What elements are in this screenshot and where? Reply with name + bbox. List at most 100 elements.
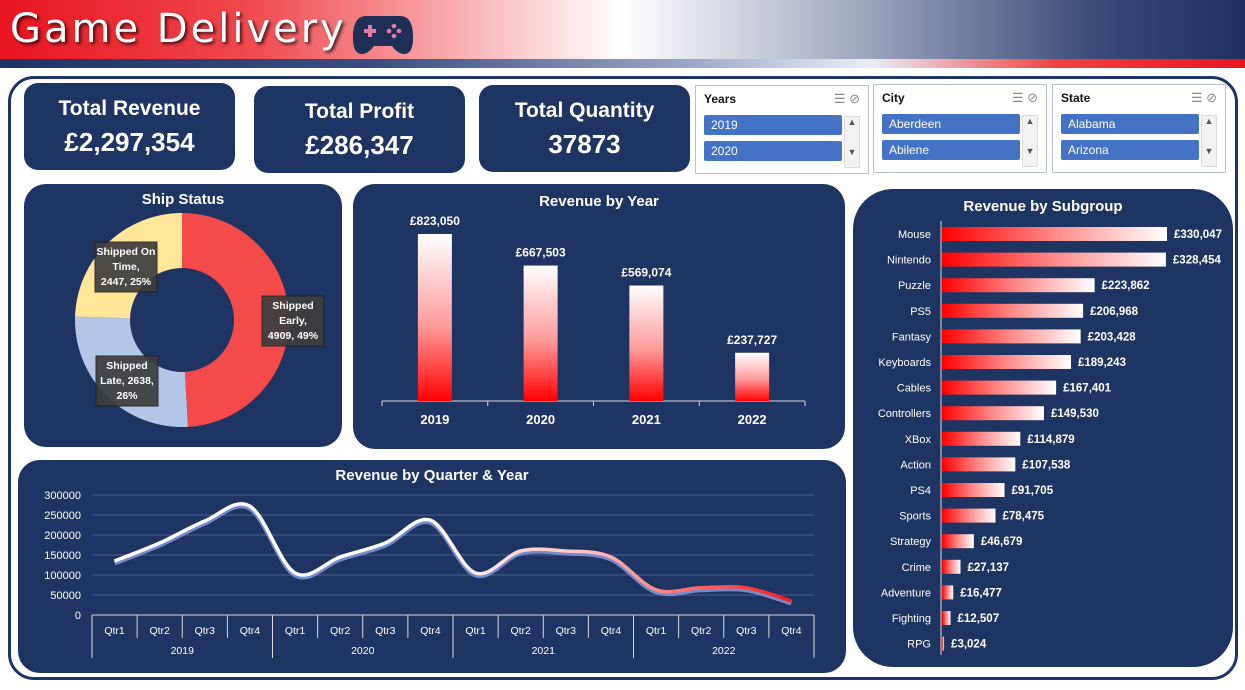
year-label: 2022 — [712, 645, 736, 657]
x-tick-label: Qtr3 — [556, 625, 577, 637]
x-tick-label: Qtr3 — [736, 625, 757, 637]
bar-value-label: £330,047 — [1174, 229, 1222, 241]
bar — [942, 585, 954, 600]
bar — [942, 227, 1167, 241]
revenue-by-quarter-chart: 300000 250000 200000 150000 100000 50000 0 Qtr1… — [44, 490, 815, 658]
y-tick-label: PS5 — [910, 306, 931, 318]
bar-value-label: £823,050 — [410, 214, 460, 228]
x-tick-label: 2019 — [420, 412, 449, 427]
gamepad-icon — [352, 16, 414, 54]
slicer-item[interactable]: 2019 — [704, 115, 842, 135]
slicer-item[interactable]: Aberdeen — [882, 114, 1020, 134]
bar-value-label: £3,024 — [951, 639, 987, 651]
x-tick-label: 2020 — [526, 412, 555, 427]
data-label: Time, — [112, 261, 139, 273]
bar — [942, 278, 1095, 293]
y-tick-label: Fighting — [892, 613, 931, 625]
y-tick-label: Controllers — [878, 408, 932, 420]
kpi-total-revenue: Total Revenue £2,297,354 — [24, 83, 235, 170]
y-tick-label: 200000 — [44, 530, 81, 542]
data-label: Shipped — [272, 300, 313, 312]
bar-value-label: £328,454 — [1173, 255, 1222, 267]
slicer-title: Years — [704, 92, 737, 106]
bar-value-label: £91,705 — [1012, 485, 1054, 497]
bar-value-label: £223,862 — [1102, 280, 1150, 292]
multi-select-icon[interactable]: ☰ — [834, 91, 846, 106]
x-tick-label: Qtr2 — [330, 625, 351, 637]
donut-label: Shipped Early, 4909, 49% — [261, 295, 325, 347]
bar-value-label: £16,477 — [960, 587, 1002, 599]
bar — [523, 265, 558, 401]
bar-value-label: £46,679 — [981, 536, 1023, 548]
y-tick-label: 0 — [75, 610, 81, 622]
bar-value-label: £149,530 — [1051, 408, 1099, 420]
y-tick-label: 300000 — [44, 490, 81, 502]
bar-value-label: £569,074 — [621, 266, 671, 280]
revenue-by-subgroup-panel: Revenue by Subgroup Mouse £330,047 Nintend… — [853, 189, 1233, 667]
y-tick-label: Action — [900, 459, 931, 471]
x-tick-label: Qtr3 — [375, 625, 396, 637]
clear-filter-icon[interactable]: ⊘ — [1027, 90, 1038, 105]
donut-label: Shipped On Time, 2447, 25% — [94, 241, 158, 293]
bar-value-label: £107,538 — [1022, 459, 1071, 471]
x-tick-label: Qtr2 — [691, 625, 712, 637]
bar-value-label: £189,243 — [1078, 357, 1126, 369]
bar — [942, 406, 1044, 421]
bar — [942, 559, 961, 574]
slicer-item[interactable]: Abilene — [882, 140, 1020, 160]
slicer-scrollbar[interactable]: ▲ ▼ — [1201, 115, 1217, 167]
kpi-value: £286,347 — [305, 130, 414, 160]
bar-value-label: £27,137 — [967, 562, 1009, 574]
bar — [942, 355, 1072, 369]
bar — [942, 431, 1021, 446]
x-tick-label: 2021 — [632, 412, 661, 427]
y-tick-label: 250000 — [44, 510, 81, 522]
bar-value-label: £667,503 — [516, 246, 566, 260]
ship-status-chart: Shipped Early, 4909, 49% Shipped Late, 2638,… — [75, 213, 325, 427]
chart-title: Revenue by Year — [539, 193, 659, 210]
year-label: 2020 — [351, 645, 375, 657]
slicer-scrollbar[interactable]: ▲ ▼ — [1022, 115, 1038, 167]
x-tick-label: Qtr1 — [646, 625, 667, 637]
year-label: 2019 — [171, 645, 195, 657]
donut-label: Shipped Late, 2638, 26% — [95, 355, 159, 407]
clear-filter-icon[interactable]: ⊘ — [1206, 90, 1217, 105]
y-tick-label: Strategy — [890, 536, 931, 548]
bar-value-label: £114,879 — [1027, 434, 1074, 446]
multi-select-icon[interactable]: ☰ — [1012, 90, 1024, 105]
y-tick-label: Puzzle — [898, 280, 931, 292]
slicer-state: State ☰ ⊘ Alabama Arizona ▲ ▼ — [1052, 84, 1226, 173]
revenue-by-year-chart: £823,050 2019 £667,503 2020 £569,074 2021 £237… — [381, 214, 806, 427]
x-tick-label: Qtr4 — [240, 625, 261, 637]
bar-value-label: £206,968 — [1090, 306, 1139, 318]
kpi-value: 37873 — [548, 129, 621, 159]
data-label: Shipped On — [97, 246, 156, 258]
dashboard-title: Game Delivery — [10, 6, 347, 52]
kpi-total-quantity: Total Quantity 37873 — [479, 85, 690, 172]
bar — [942, 508, 996, 523]
x-tick-label: Qtr1 — [465, 625, 486, 637]
data-label: 2447, 25% — [101, 276, 152, 288]
slicer-item[interactable]: Alabama — [1061, 114, 1199, 134]
revenue-by-year-panel: Revenue by Year £823,050 2019 £667,503 2020… — [353, 184, 845, 449]
y-tick-label: Keyboards — [878, 357, 931, 369]
slicer-item[interactable]: Arizona — [1061, 140, 1199, 160]
slicer-item[interactable]: 2020 — [704, 141, 842, 161]
bar — [942, 303, 1084, 318]
x-tick-label: Qtr1 — [104, 625, 125, 637]
multi-select-icon[interactable]: ☰ — [1191, 90, 1203, 105]
y-tick-label: PS4 — [910, 485, 931, 497]
clear-filter-icon[interactable]: ⊘ — [849, 91, 860, 106]
bar — [629, 285, 664, 401]
kpi-title: Total Profit — [304, 100, 415, 123]
kpi-title: Total Quantity — [514, 99, 655, 122]
slicer-scrollbar[interactable]: ▲ ▼ — [844, 116, 860, 168]
kpi-total-profit: Total Profit £286,347 — [254, 86, 465, 173]
x-tick-label: Qtr2 — [510, 625, 531, 637]
y-tick-label: Mouse — [898, 229, 931, 241]
revenue-by-subgroup-chart: Mouse £330,047 Nintendo £328,454 Puzzle £223,… — [878, 221, 1222, 655]
year-label: 2021 — [532, 645, 556, 657]
bar — [942, 483, 1005, 497]
y-tick-label: 150000 — [44, 550, 81, 562]
bar-value-label: £78,475 — [1002, 511, 1044, 523]
